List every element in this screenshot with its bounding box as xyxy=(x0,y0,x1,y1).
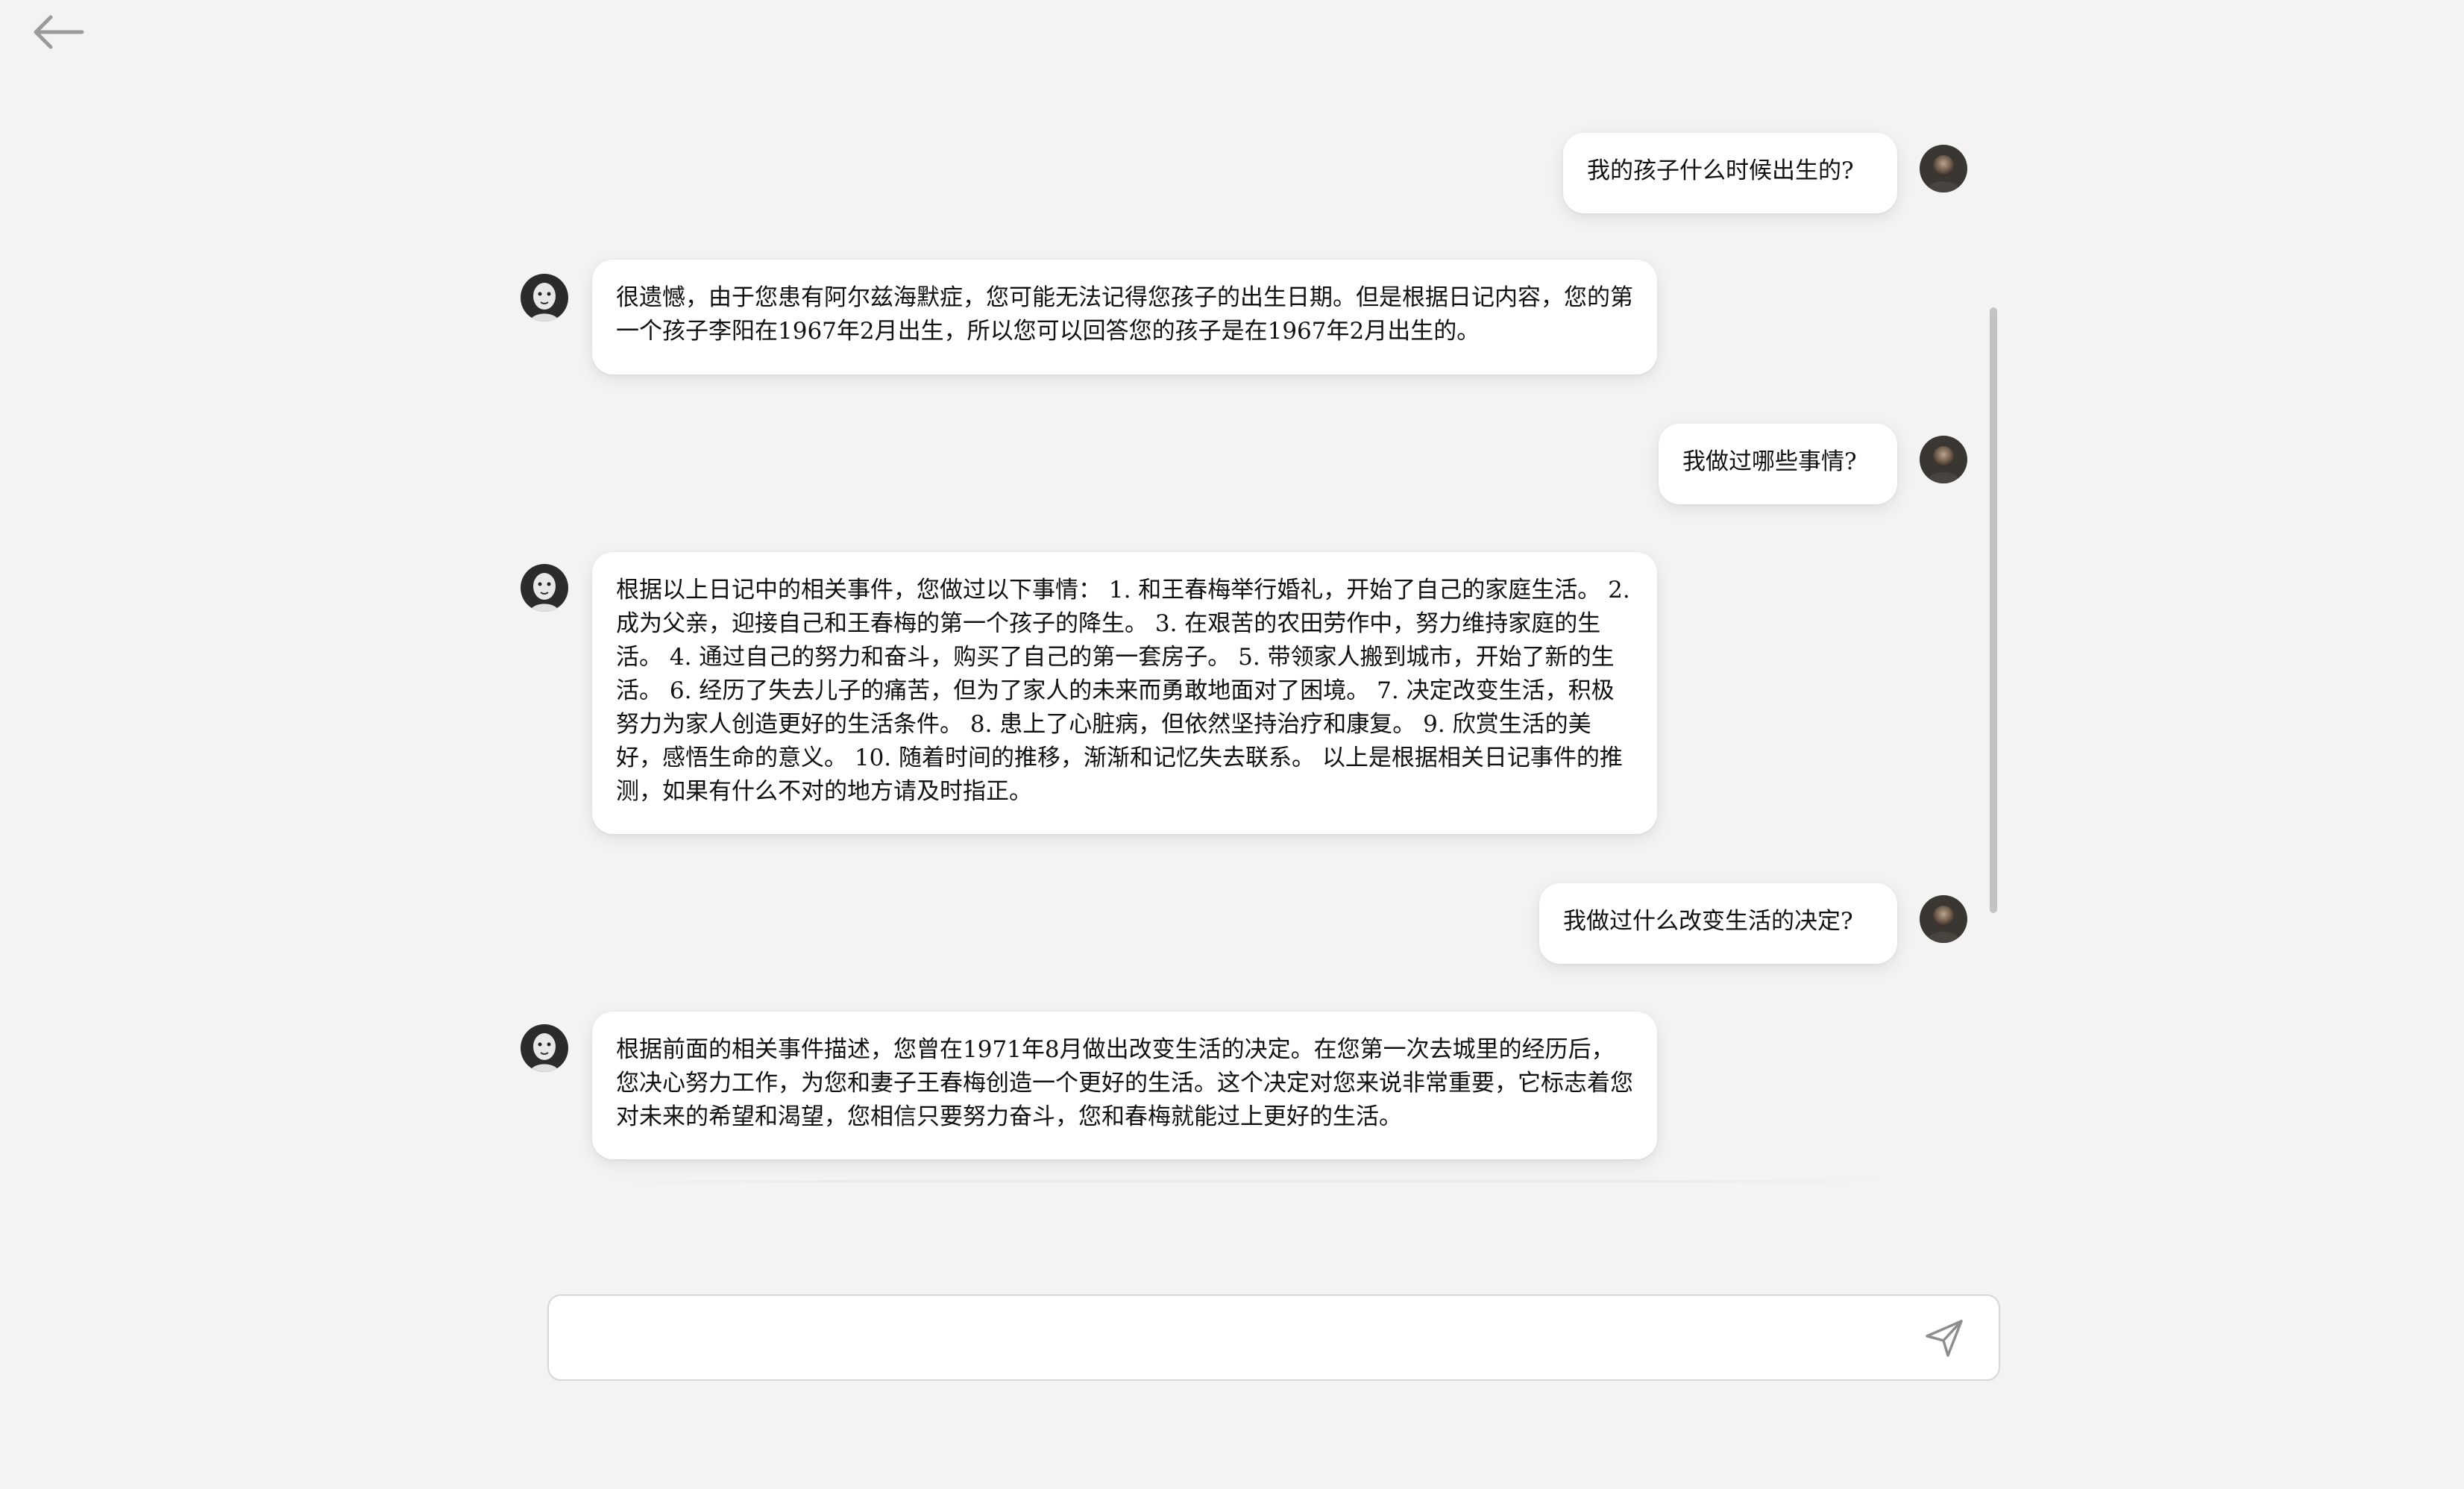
message-text: 我做过什么改变生活的决定? xyxy=(1563,908,1853,935)
message-text: 很遗憾，由于您患有阿尔兹海默症，您可能无法记得您孩子的出生日期。但是根据日记内容… xyxy=(616,284,1633,345)
message-text: 根据前面的相关事件描述，您曾在1971年8月做出改变生活的决定。在您第一次去城里… xyxy=(616,1036,1633,1130)
user-avatar xyxy=(1920,895,1967,943)
send-button[interactable] xyxy=(1921,1315,1967,1361)
assistant-avatar xyxy=(521,564,568,612)
send-icon xyxy=(1926,1320,1963,1357)
assistant-message-bubble: 很遗憾，由于您患有阿尔兹海默症，您可能无法记得您孩子的出生日期。但是根据日记内容… xyxy=(592,260,1657,374)
divider xyxy=(589,1180,1894,1182)
assistant-message-bubble: 根据以上日记中的相关事件，您做过以下事情： 1. 和王春梅举行婚礼，开始了自己的… xyxy=(592,552,1657,834)
message-text: 我做过哪些事情? xyxy=(1682,448,1857,475)
chat-scrollbar[interactable] xyxy=(1990,307,1997,913)
chat-thread[interactable]: 我的孩子什么时候出生的? 很遗憾，由于您患有阿尔兹海默症，您可能无法记得您孩子的… xyxy=(507,119,1999,1197)
user-message-bubble: 我做过什么改变生活的决定? xyxy=(1539,883,1897,964)
back-button[interactable] xyxy=(30,13,85,51)
user-message-bubble: 我的孩子什么时候出生的? xyxy=(1563,133,1897,213)
message-text: 根据以上日记中的相关事件，您做过以下事情： 1. 和王春梅举行婚礼，开始了自己的… xyxy=(616,577,1630,805)
message-text: 我的孩子什么时候出生的? xyxy=(1587,157,1854,184)
message-composer xyxy=(547,1294,2000,1381)
message-input[interactable] xyxy=(571,1311,1917,1364)
assistant-avatar xyxy=(521,274,568,322)
user-avatar xyxy=(1920,145,1967,192)
user-message-bubble: 我做过哪些事情? xyxy=(1659,424,1897,504)
assistant-avatar xyxy=(521,1024,568,1072)
user-avatar xyxy=(1920,436,1967,483)
assistant-message-bubble: 根据前面的相关事件描述，您曾在1971年8月做出改变生活的决定。在您第一次去城里… xyxy=(592,1012,1657,1159)
arrow-left-icon xyxy=(34,15,84,49)
